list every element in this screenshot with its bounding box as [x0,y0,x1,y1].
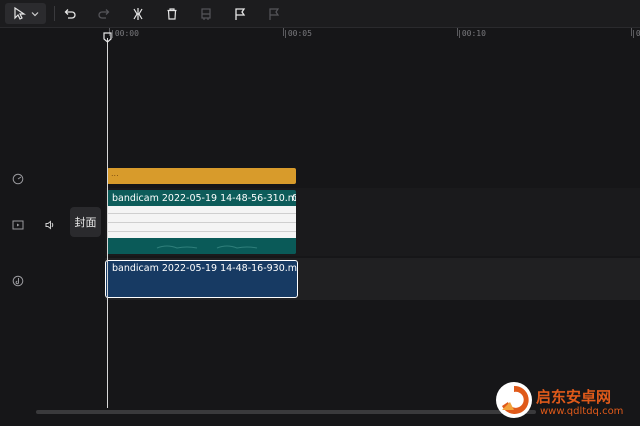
undo-icon [63,7,77,21]
effect-track-icon[interactable] [12,170,24,189]
trash-icon [165,7,179,21]
video-clip[interactable]: bandicam 2022-05-19 14-48-56-310.mp4 0 [107,190,296,254]
site-watermark: 启东安卓网 www.qdltdq.com [490,376,640,426]
flag-outline-icon [267,7,281,21]
video-editor-timeline: 封面 |00:00 |00:05 |00:10 |00:15 ... bandi… [0,0,640,426]
remove-marker-button[interactable] [264,3,284,24]
effect-clip[interactable]: ... [107,168,296,184]
watermark-url: www.qdltdq.com [540,406,624,417]
video-audio-waveform [107,238,296,254]
select-tool-dropdown[interactable] [5,3,46,24]
ruler-label-0: |00:00 [110,29,139,38]
audio-clip-title: bandicam 2022-05-19 14-48-16-930.mp4.wav [112,263,298,274]
horizontal-scrollbar[interactable] [36,410,536,414]
redo-button[interactable] [94,3,114,24]
thumb-row-line [107,222,296,223]
undo-button[interactable] [60,3,80,24]
time-ruler[interactable]: |00:00 |00:05 |00:10 |00:15 [105,28,640,42]
add-marker-button[interactable] [230,3,250,24]
playhead-handle-icon[interactable] [103,28,112,47]
split-button[interactable] [128,3,148,24]
timeline-toolbar [0,0,640,28]
freeze-frame-button[interactable] [196,3,216,24]
toolbar-divider [54,6,55,21]
thumb-row-line [107,231,296,232]
delete-button[interactable] [162,3,182,24]
redo-icon [97,7,111,21]
video-track-icon[interactable] [12,216,24,235]
split-icon [131,7,145,21]
playhead-line[interactable] [107,38,108,408]
ruler-label-10: |00:10 [457,29,486,38]
watermark-logo-icon [494,380,534,424]
video-clip-title: bandicam 2022-05-19 14-48-56-310.mp4 [112,193,296,204]
audio-track-icon[interactable] [12,272,24,291]
chevron-down-icon [31,10,39,18]
volume-icon[interactable] [44,216,56,235]
video-clip-duration: 0 [291,193,296,204]
cover-button[interactable]: 封面 [70,207,101,237]
audio-clip[interactable]: bandicam 2022-05-19 14-48-16-930.mp4.wav [105,260,298,298]
watermark-title: 启东安卓网 [536,388,612,406]
thumb-row-line [107,213,296,214]
pointer-icon [13,6,27,21]
flag-icon [233,7,247,21]
freeze-icon [199,7,213,21]
video-thumbnail-strip [107,206,296,238]
ruler-label-15: |00:15 [631,29,640,38]
effect-clip-mark: ... [111,169,119,178]
ruler-label-5: |00:05 [283,29,312,38]
